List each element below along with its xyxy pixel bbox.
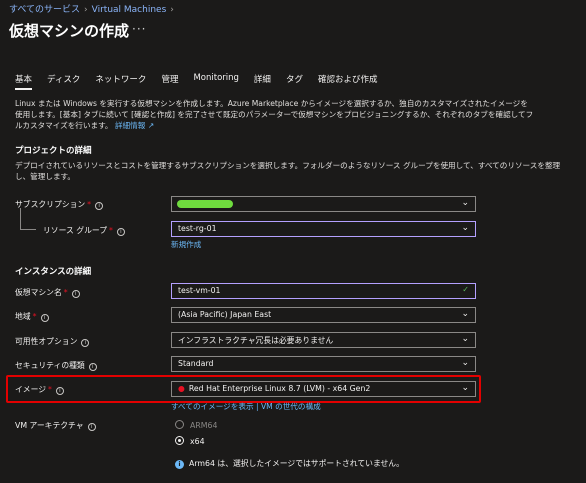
tab-basics[interactable]: 基本 [15,73,33,90]
intro-text: Linux または Windows を実行する仮想マシンを作成します。Azure… [15,98,575,131]
page-title: 仮想マシンの作成 [9,22,130,40]
learn-more-link[interactable]: 詳細情報 ↗ [115,121,154,130]
vm-architecture-label: VM アーキテクチャ i [15,420,96,431]
subscription-select[interactable]: ⌄ [171,196,476,212]
resource-group-label-text: リソース グループ [43,226,107,235]
arch-option-arm64[interactable]: ARM64 [175,420,217,430]
breadcrumb: すべてのサービス › Virtual Machines › [9,2,178,15]
security-type-value: Standard [178,359,214,368]
configure-vm-generation-link[interactable]: VM の世代の構成 [261,402,321,411]
availability-label-text: 可用性オプション [15,337,78,346]
redhat-logo-icon: ● [178,384,185,393]
info-icon[interactable]: i [71,290,80,298]
project-desc-line-1: デプロイされているリソースとコストを管理するサブスクリプションを選択します。フォ… [15,161,561,170]
tab-bar: 基本 ディスク ネットワーク 管理 Monitoring 詳細 タグ 確認および… [15,73,392,90]
chevron-down-icon: ⌄ [461,198,469,208]
info-icon[interactable]: i [87,423,96,431]
see-all-images-link[interactable]: すべてのイメージを表示 [171,402,254,411]
breadcrumb-all-services[interactable]: すべてのサービス [9,5,80,15]
subscription-value-redacted [177,200,233,208]
security-type-select[interactable]: Standard ⌄ [171,356,476,372]
image-links: すべてのイメージを表示 | VM の世代の構成 [171,401,321,412]
security-type-label-text: セキュリティの種類 [15,361,85,370]
tab-disks[interactable]: ディスク [47,73,80,90]
intro-line-3-text: ルカスタマイズを行います。 [15,121,113,130]
checkmark-icon: ✓ [462,285,469,294]
info-icon[interactable]: i [81,339,90,347]
vm-name-label: 仮想マシン名 * i [15,287,80,298]
info-icon[interactable]: i [95,202,104,210]
image-label: イメージ * i [15,384,64,395]
arch-option-arm64-label: ARM64 [190,421,218,430]
tab-network[interactable]: ネットワーク [95,73,146,90]
radio-arm64[interactable] [175,420,184,429]
arch-note-text: Arm64 は、選択したイメージではサポートされていません。 [189,459,404,468]
region-label: 地域 * i [15,311,49,322]
arch-note: i Arm64 は、選択したイメージではサポートされていません。 [175,458,404,469]
availability-label: 可用性オプション i [15,336,90,347]
intro-line-1: Linux または Windows を実行する仮想マシンを作成します。Azure… [15,99,528,108]
create-new-link[interactable]: 新規作成 [171,239,201,250]
required-marker: * [87,200,92,209]
tree-connector [20,208,36,230]
breadcrumb-separator: › [84,5,88,15]
info-icon[interactable]: i [40,314,49,322]
required-marker: * [109,226,113,235]
chevron-down-icon: ⌄ [461,223,469,233]
intro-line-3: ルカスタマイズを行います。 詳細情報 ↗ [15,120,575,131]
chevron-down-icon: ⌄ [461,383,469,393]
chevron-down-icon: ⌄ [461,358,469,368]
availability-select[interactable]: インフラストラクチャ冗長は必要ありません ⌄ [171,332,476,348]
image-value: Red Hat Enterprise Linux 8.7 (LVM) - x64… [188,384,371,393]
resource-group-value: test-rg-01 [178,224,217,233]
region-label-text: 地域 [15,312,31,321]
arch-option-x64-label: x64 [190,437,205,446]
vm-architecture-label-text: VM アーキテクチャ [15,421,84,430]
security-type-label: セキュリティの種類 i [15,360,97,371]
region-value: (Asia Pacific) Japan East [178,310,272,319]
tab-tags[interactable]: タグ [286,73,303,90]
availability-value: インフラストラクチャ冗長は必要ありません [178,336,334,345]
tab-review-create[interactable]: 確認および作成 [318,73,378,90]
info-icon[interactable]: i [88,363,97,371]
project-desc-line-2: し、管理します。 [15,172,75,181]
arch-option-x64[interactable]: x64 [175,436,205,446]
tab-management[interactable]: 管理 [161,73,178,90]
required-marker: * [48,385,52,394]
image-select[interactable]: ● Red Hat Enterprise Linux 8.7 (LVM) - x6… [171,381,476,397]
radio-x64[interactable] [175,436,184,445]
chevron-down-icon: ⌄ [461,309,469,319]
chevron-down-icon: ⌄ [461,334,469,344]
region-select[interactable]: (Asia Pacific) Japan East ⌄ [171,307,476,323]
more-options-button[interactable]: ··· [132,22,146,36]
info-icon[interactable]: i [116,228,125,236]
info-circle-icon: i [175,460,184,469]
image-label-text: イメージ [15,385,47,394]
vm-name-value: test-vm-01 [178,286,221,295]
link-separator: | [253,402,261,411]
vm-name-label-text: 仮想マシン名 [15,288,62,297]
required-marker: * [32,312,37,321]
resource-group-select[interactable]: test-rg-01 ⌄ [171,221,476,237]
resource-group-label: リソース グループ * i [43,225,125,236]
tab-advanced[interactable]: 詳細 [254,73,271,90]
breadcrumb-separator: › [170,5,174,15]
breadcrumb-virtual-machines[interactable]: Virtual Machines [92,5,167,15]
info-icon[interactable]: i [55,387,64,395]
vm-name-input[interactable]: test-vm-01 ✓ [171,283,476,299]
tab-monitoring[interactable]: Monitoring [193,73,238,90]
project-details-desc: デプロイされているリソースとコストを管理するサブスクリプションを選択します。フォ… [15,160,575,182]
required-marker: * [63,288,68,297]
intro-line-2: 使用します。[基本] タブに続いて [確認と作成] を完了させて既定のパラメータ… [15,110,534,119]
project-details-heading: プロジェクトの詳細 [15,146,92,156]
instance-details-heading: インスタンスの詳細 [15,267,92,277]
